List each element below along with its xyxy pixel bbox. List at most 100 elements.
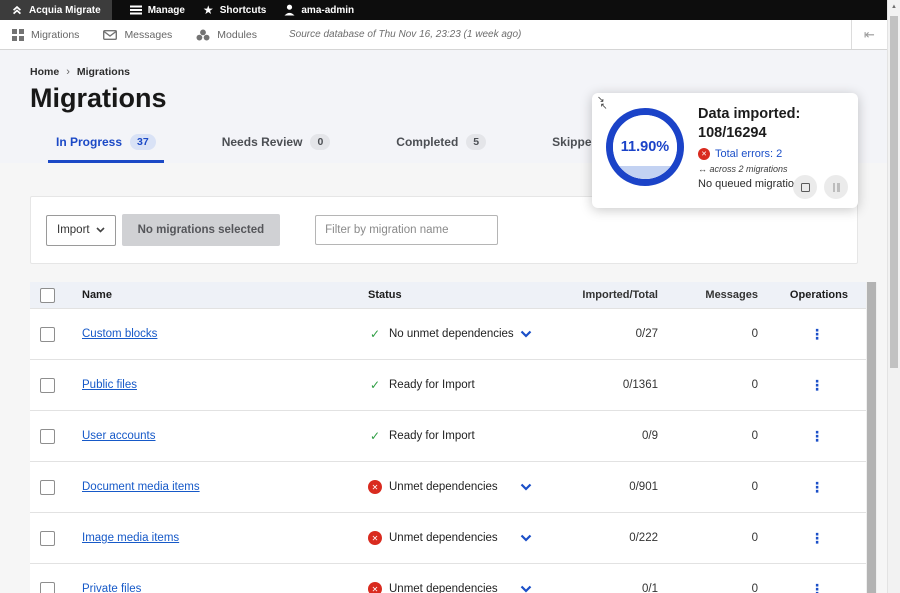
import-progress-card: ↘ ↖ 11.90% Data imported: 108/16294 ✕ To… bbox=[592, 93, 858, 208]
check-icon: ✓ bbox=[368, 378, 382, 392]
grid-icon bbox=[12, 29, 24, 41]
table-row: Public files ✓ Ready for Import 0/1361 0… bbox=[30, 359, 866, 410]
row-checkbox[interactable] bbox=[40, 429, 55, 444]
status-text: No unmet dependencies bbox=[389, 328, 514, 340]
status-text: Ready for Import bbox=[389, 430, 475, 442]
envelope-icon bbox=[103, 30, 117, 40]
import-label: Import bbox=[57, 224, 90, 236]
migration-link[interactable]: User accounts bbox=[82, 430, 156, 442]
row-checkbox[interactable] bbox=[40, 327, 55, 342]
resize-corner-icon[interactable]: ↘ ↖ bbox=[597, 96, 613, 112]
migration-link[interactable]: Document media items bbox=[82, 481, 200, 493]
scroll-up-arrow-icon[interactable]: ▲ bbox=[888, 0, 900, 10]
breadcrumb-home-link[interactable]: Home bbox=[30, 66, 59, 78]
error-icon: ✕ bbox=[698, 148, 710, 160]
across-label: across 2 migrations bbox=[710, 164, 788, 174]
chevron-down-icon[interactable] bbox=[520, 534, 532, 542]
status-text: Ready for Import bbox=[389, 379, 475, 391]
star-icon: ★ bbox=[203, 4, 214, 16]
kebab-menu-icon[interactable]: ⋮ bbox=[810, 530, 824, 546]
selection-status-button: No migrations selected bbox=[122, 214, 281, 246]
row-checkbox[interactable] bbox=[40, 531, 55, 546]
kebab-menu-icon[interactable]: ⋮ bbox=[810, 326, 824, 342]
imported-total-value: 0/1361 bbox=[544, 379, 676, 391]
collapse-left-icon: ⇤ bbox=[864, 27, 875, 43]
chevron-down-icon[interactable] bbox=[520, 330, 532, 338]
page-scrollbar-thumb[interactable] bbox=[890, 16, 898, 368]
select-all-checkbox[interactable] bbox=[40, 288, 55, 303]
source-database-note: Source database of Thu Nov 16, 23:23 (1 … bbox=[289, 29, 521, 40]
manage-menu[interactable]: Manage bbox=[130, 0, 185, 20]
toolbar-item-messages[interactable]: Messages bbox=[103, 29, 172, 41]
row-checkbox[interactable] bbox=[40, 480, 55, 495]
row-checkbox[interactable] bbox=[40, 378, 55, 393]
import-dropdown-button[interactable]: Import bbox=[46, 215, 116, 246]
table-row: Image media items ✕ Unmet dependencies 0… bbox=[30, 512, 866, 563]
pause-button[interactable] bbox=[824, 175, 848, 199]
migration-link[interactable]: Private files bbox=[82, 583, 141, 593]
tab-needs-review[interactable]: Needs Review 0 bbox=[214, 134, 339, 163]
row-checkbox[interactable] bbox=[40, 582, 55, 593]
chevron-down-icon bbox=[96, 227, 105, 233]
migrations-table: Name Status Imported/Total Messages Oper… bbox=[30, 282, 877, 593]
kebab-menu-icon[interactable]: ⋮ bbox=[810, 428, 824, 444]
migration-filter-input[interactable] bbox=[315, 215, 498, 245]
across-arrow-icon: ↔ bbox=[698, 164, 707, 174]
user-icon bbox=[284, 4, 295, 16]
manage-label: Manage bbox=[148, 5, 185, 16]
messages-count: 0 bbox=[676, 481, 768, 493]
kebab-menu-icon[interactable]: ⋮ bbox=[810, 377, 824, 393]
application-window: Acquia Migrate Manage ★ Shortcuts ama-ad… bbox=[0, 0, 887, 593]
double-chevron-up-icon bbox=[11, 4, 23, 16]
migration-link[interactable]: Custom blocks bbox=[82, 328, 157, 340]
table-scrollbar-thumb[interactable] bbox=[867, 282, 876, 593]
user-menu[interactable]: ama-admin bbox=[284, 0, 354, 20]
brand-label: Acquia Migrate bbox=[29, 5, 101, 16]
shortcuts-label: Shortcuts bbox=[220, 5, 267, 16]
imported-total-value: 0/222 bbox=[544, 532, 676, 544]
toolbar-item-migrations[interactable]: Migrations bbox=[12, 29, 79, 41]
status-text: Unmet dependencies bbox=[389, 583, 498, 593]
imported-total-value: 0/9 bbox=[544, 430, 676, 442]
page-scrollbar[interactable]: ▲ bbox=[887, 0, 900, 593]
error-icon: ✕ bbox=[368, 480, 382, 494]
table-row: Private files ✕ Unmet dependencies 0/1 0… bbox=[30, 563, 866, 593]
status-text: Unmet dependencies bbox=[389, 532, 498, 544]
migrations-label: Migrations bbox=[31, 29, 79, 41]
admin-bar: Acquia Migrate Manage ★ Shortcuts ama-ad… bbox=[0, 0, 887, 20]
secondary-toolbar: Migrations Messages Modules Source datab… bbox=[0, 20, 887, 50]
error-icon: ✕ bbox=[368, 531, 382, 545]
modules-label: Modules bbox=[217, 29, 257, 41]
table-header-row: Name Status Imported/Total Messages Oper… bbox=[30, 282, 866, 308]
total-errors-link[interactable]: ✕ Total errors: 2 bbox=[698, 148, 846, 160]
migration-link[interactable]: Public files bbox=[82, 379, 137, 391]
tab-completed[interactable]: Completed 5 bbox=[388, 134, 494, 163]
stop-button[interactable] bbox=[793, 175, 817, 199]
user-label: ama-admin bbox=[301, 5, 354, 16]
pause-icon bbox=[833, 183, 840, 192]
tab-in-progress[interactable]: In Progress 37 bbox=[48, 134, 164, 163]
header-operations: Operations bbox=[768, 289, 866, 301]
migration-link[interactable]: Image media items bbox=[82, 532, 179, 544]
progress-fill bbox=[613, 166, 677, 179]
arrow-nw-icon: ↖ bbox=[600, 101, 608, 112]
collapse-toolbar-button[interactable]: ⇤ bbox=[851, 20, 887, 49]
table-scrollbar[interactable] bbox=[866, 282, 877, 593]
messages-label: Messages bbox=[124, 29, 172, 41]
tab-count-badge: 37 bbox=[130, 134, 156, 150]
acquia-migrate-menu[interactable]: Acquia Migrate bbox=[0, 0, 112, 20]
tab-count-badge: 5 bbox=[466, 134, 486, 150]
kebab-menu-icon[interactable]: ⋮ bbox=[810, 581, 824, 593]
modules-icon bbox=[196, 29, 210, 41]
kebab-menu-icon[interactable]: ⋮ bbox=[810, 479, 824, 495]
toolbar-item-modules[interactable]: Modules bbox=[196, 29, 257, 41]
progress-ring: 11.90% bbox=[606, 108, 684, 186]
messages-count: 0 bbox=[676, 328, 768, 340]
shortcuts-menu[interactable]: ★ Shortcuts bbox=[203, 0, 266, 20]
messages-count: 0 bbox=[676, 430, 768, 442]
chevron-down-icon[interactable] bbox=[520, 483, 532, 491]
main-content: Import No migrations selected Name Statu… bbox=[0, 163, 887, 593]
breadcrumb-separator: › bbox=[66, 66, 70, 78]
chevron-down-icon[interactable] bbox=[520, 585, 532, 593]
tab-label: In Progress bbox=[56, 135, 122, 149]
